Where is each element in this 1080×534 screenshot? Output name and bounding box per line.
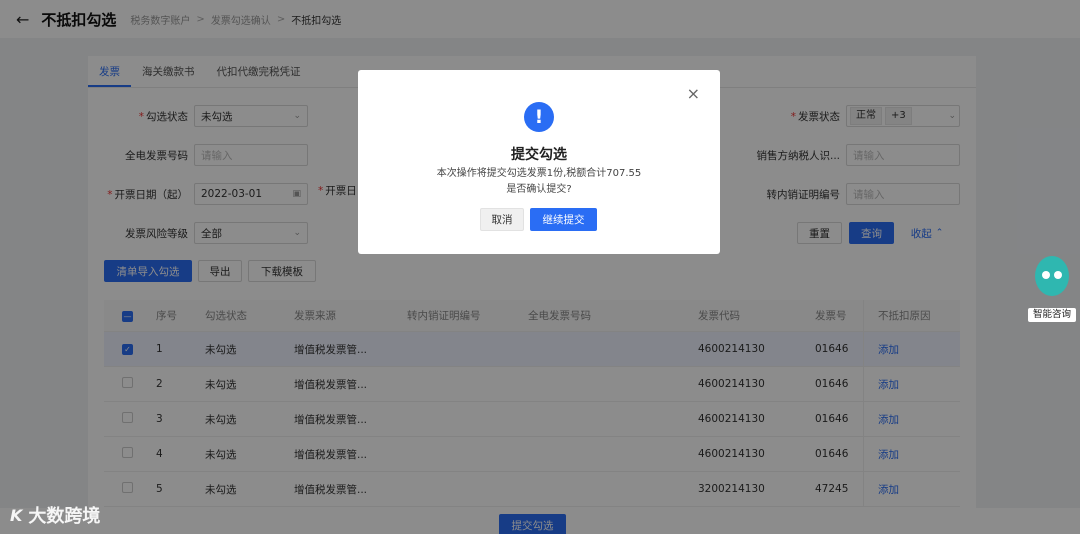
confirm-dialog: × ! 提交勾选 本次操作将提交勾选发票1份,税额合计707.55 是否确认提交…	[358, 70, 720, 254]
smart-consult-label: 智能咨询	[1028, 308, 1076, 322]
dialog-message: 本次操作将提交勾选发票1份,税额合计707.55	[436, 168, 642, 179]
continue-submit-button[interactable]: 继续提交	[530, 208, 597, 231]
robot-avatar-icon	[1035, 256, 1069, 296]
dialog-title: 提交勾选	[511, 147, 567, 163]
info-exclamation-icon: !	[524, 102, 554, 132]
cancel-button[interactable]: 取消	[480, 208, 524, 231]
dialog-question: 是否确认提交?	[506, 184, 572, 195]
brand-text: 大数跨境	[28, 506, 101, 527]
close-icon[interactable]: ×	[687, 84, 700, 103]
brand-watermark: K 大数跨境	[10, 502, 100, 528]
brand-logo-icon: K	[10, 505, 23, 525]
smart-consult-widget[interactable]: 智能咨询	[1028, 248, 1076, 326]
